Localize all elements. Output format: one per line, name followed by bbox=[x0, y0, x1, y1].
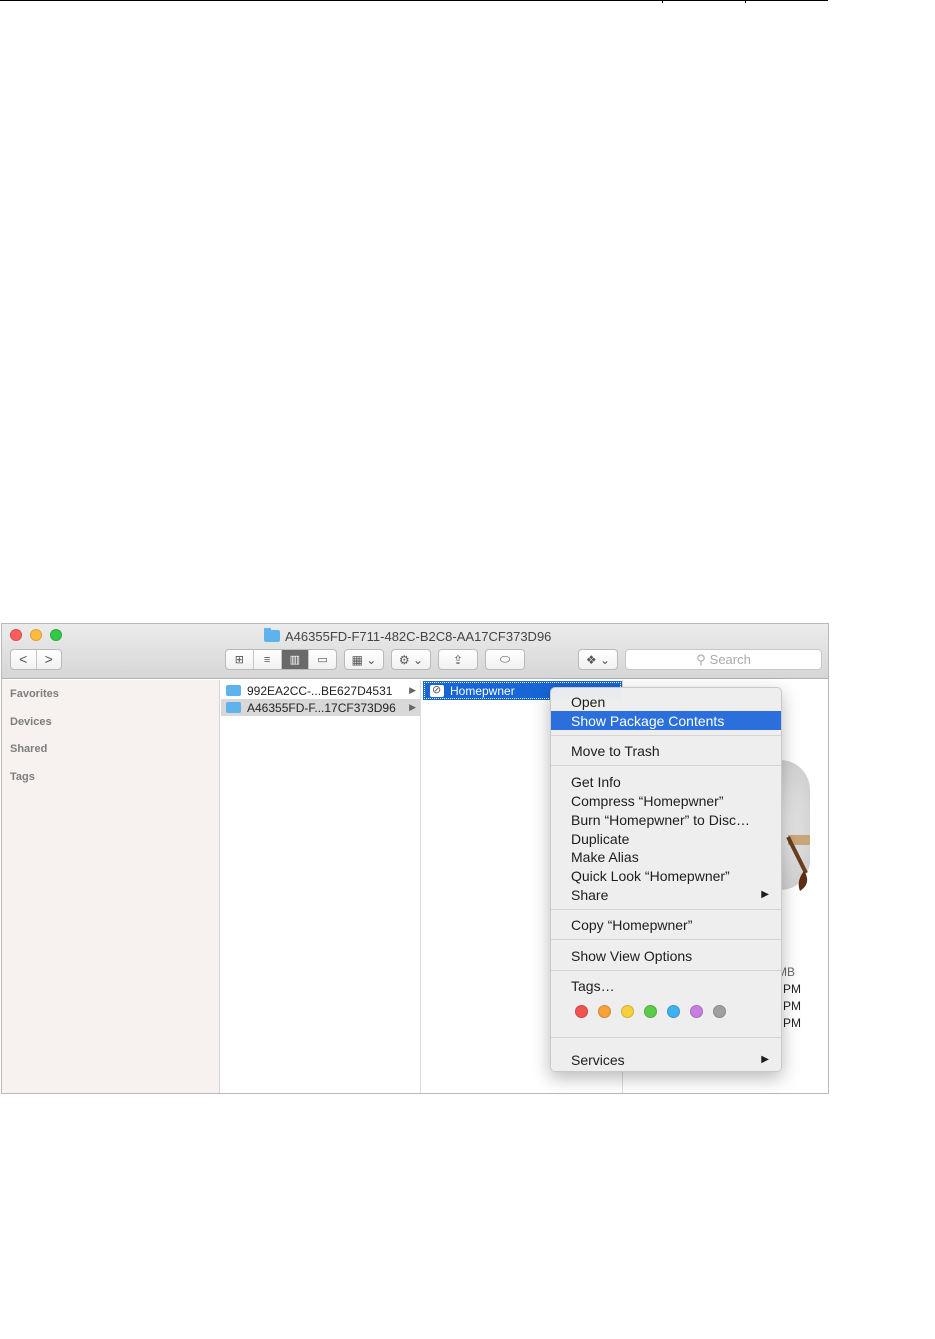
item-label: A46355FD-F...17CF373D96 bbox=[247, 700, 396, 715]
submenu-arrow-icon: ▶ bbox=[761, 889, 769, 900]
browser-column-1: 992EA2CC-...BE627D4531 ▶ A46355FD-F...17… bbox=[221, 680, 421, 1093]
list-view-icon[interactable]: ≡ bbox=[252, 650, 281, 669]
list-item[interactable]: A46355FD-F...17CF373D96 ▶ bbox=[221, 699, 420, 716]
menu-separator bbox=[551, 909, 781, 911]
forward-button[interactable]: > bbox=[35, 650, 62, 669]
sidebar-section-favorites[interactable]: Favorites bbox=[10, 688, 59, 700]
menu-item-compress[interactable]: Compress “Homepwner” bbox=[551, 791, 781, 810]
disclosure-arrow-icon: ▶ bbox=[409, 685, 416, 695]
cover-flow-icon[interactable]: ▭ bbox=[308, 650, 336, 669]
menu-separator bbox=[551, 939, 781, 941]
view-mode-group: ⊞ ≡ ▥ ▭ bbox=[225, 649, 337, 670]
list-item[interactable]: 992EA2CC-...BE627D4531 ▶ bbox=[221, 682, 420, 699]
back-button[interactable]: < bbox=[11, 650, 36, 669]
disclosure-arrow-icon: ▶ bbox=[409, 702, 416, 712]
search-placeholder: Search bbox=[709, 652, 751, 667]
action-gear-icon[interactable]: ⚙ ⌄ bbox=[391, 649, 431, 670]
tag-color-dot[interactable] bbox=[667, 1005, 680, 1018]
zoom-button[interactable] bbox=[50, 629, 62, 641]
menu-item-copy[interactable]: Copy “Homepwner” bbox=[551, 915, 781, 934]
close-button[interactable] bbox=[10, 629, 22, 641]
tag-color-dot[interactable] bbox=[598, 1005, 611, 1018]
search-input[interactable]: ⚲ Search bbox=[625, 649, 822, 670]
menu-item-duplicate[interactable]: Duplicate bbox=[551, 829, 781, 848]
menu-separator bbox=[551, 765, 781, 767]
menu-item-label: Share bbox=[571, 886, 609, 903]
menu-item-move-to-trash[interactable]: Move to Trash bbox=[551, 741, 781, 760]
menu-item-tags[interactable]: Tags… bbox=[551, 976, 781, 995]
tag-color-dot[interactable] bbox=[690, 1005, 703, 1018]
titlebar: A46355FD-F711-482C-B2C8-AA17CF373D96 < >… bbox=[2, 624, 828, 679]
context-menu: Open Show Package Contents Move to Trash… bbox=[550, 687, 782, 1072]
tag-color-dot[interactable] bbox=[575, 1005, 588, 1018]
tag-color-dot[interactable] bbox=[713, 1005, 726, 1018]
window-title-text: A46355FD-F711-482C-B2C8-AA17CF373D96 bbox=[285, 628, 552, 644]
item-label: Homepwner bbox=[450, 683, 515, 698]
icon-view-icon[interactable]: ⊞ bbox=[226, 650, 253, 669]
menu-item-get-info[interactable]: Get Info bbox=[551, 772, 781, 791]
sidebar-section-tags[interactable]: Tags bbox=[10, 771, 35, 783]
folder-icon bbox=[264, 628, 280, 642]
folder-icon bbox=[226, 685, 241, 696]
folder-icon bbox=[226, 702, 241, 713]
tag-color-picker bbox=[575, 1005, 726, 1018]
app-icon bbox=[430, 683, 444, 697]
menu-item-share[interactable]: Share ▶ bbox=[551, 885, 781, 904]
menu-separator bbox=[551, 735, 781, 737]
menu-item-show-package-contents[interactable]: Show Package Contents bbox=[551, 711, 781, 730]
tag-icon[interactable]: ⬭ bbox=[485, 649, 525, 670]
paintbrush-icon bbox=[786, 835, 810, 891]
item-label: 992EA2CC-...BE627D4531 bbox=[247, 683, 393, 698]
time-suffix: PM bbox=[783, 999, 801, 1013]
sidebar-section-devices[interactable]: Devices bbox=[10, 716, 52, 728]
arrange-button[interactable]: ▦ ⌄ bbox=[344, 649, 384, 670]
menu-item-services[interactable]: Services ▶ bbox=[551, 1050, 781, 1069]
top-tick bbox=[745, 0, 746, 3]
menu-item-open[interactable]: Open bbox=[551, 692, 781, 711]
menu-item-make-alias[interactable]: Make Alias bbox=[551, 847, 781, 866]
submenu-arrow-icon: ▶ bbox=[761, 1054, 769, 1065]
menu-separator bbox=[551, 1037, 781, 1039]
dropbox-icon[interactable]: ❖ ⌄ bbox=[578, 649, 618, 670]
share-icon[interactable]: ⇪ bbox=[438, 649, 478, 670]
minimize-button[interactable] bbox=[30, 629, 42, 641]
column-view-icon[interactable]: ▥ bbox=[280, 650, 309, 669]
window-title: A46355FD-F711-482C-B2C8-AA17CF373D96 bbox=[264, 628, 551, 644]
menu-item-show-view-options[interactable]: Show View Options bbox=[551, 946, 781, 965]
tag-color-dot[interactable] bbox=[621, 1005, 634, 1018]
time-suffix: PM bbox=[783, 982, 801, 996]
menu-item-label: Services bbox=[571, 1051, 625, 1068]
sidebar: Favorites Devices Shared Tags bbox=[2, 680, 220, 1093]
menu-separator bbox=[551, 970, 781, 972]
top-tick bbox=[662, 0, 663, 3]
time-suffix: PM bbox=[783, 1016, 801, 1030]
menu-item-quick-look[interactable]: Quick Look “Homepwner” bbox=[551, 866, 781, 885]
menu-item-burn[interactable]: Burn “Homepwner” to Disc… bbox=[551, 810, 781, 829]
sidebar-section-shared[interactable]: Shared bbox=[10, 743, 47, 755]
nav-button-group: < > bbox=[10, 649, 62, 670]
top-rule bbox=[0, 0, 828, 1]
search-icon: ⚲ bbox=[696, 651, 706, 667]
tag-color-dot[interactable] bbox=[644, 1005, 657, 1018]
